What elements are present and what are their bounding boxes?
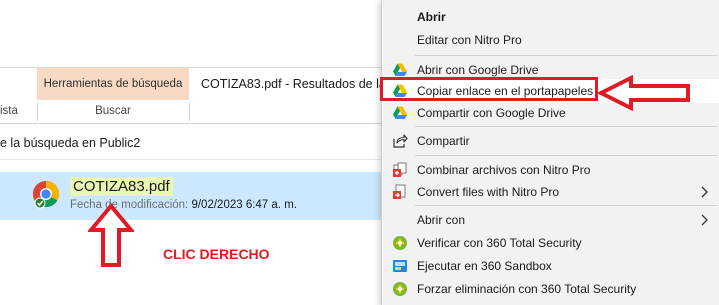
menu-item-label: Compartir con Google Drive [417,106,566,120]
ribbon-group-vista[interactable]: ista [0,105,18,117]
menu-item-label: Compartir [417,134,470,148]
search-tools-tab[interactable]: Herramientas de búsqueda [37,68,189,100]
menu-separator [415,155,717,156]
file-name[interactable]: COTIZA83.pdf [70,177,173,196]
menu-item-abrir-con[interactable]: Abrir con [382,208,719,232]
nitro-icon [393,162,407,177]
chevron-right-icon [701,186,708,198]
menu-item-verificar-360[interactable]: Verificar con 360 Total Security [382,231,719,255]
context-menu: Abrir Editar con Nitro Pro Abrir con Goo… [381,0,719,305]
360-icon [393,282,407,296]
menu-separator [415,55,717,56]
menu-separator [415,205,717,206]
menu-item-label: Abrir con [417,213,466,227]
share-icon [393,134,408,148]
menu-item-forzar-eliminacion-360[interactable]: Forzar eliminación con 360 Total Securit… [382,277,719,301]
google-drive-icon [393,106,407,119]
google-drive-icon [393,63,407,76]
highlight-box [380,77,598,101]
menu-item-label: Editar con Nitro Pro [417,33,522,47]
360-sandbox-icon [393,260,407,272]
nitro-icon [393,184,406,199]
menu-item-sandbox-360[interactable]: Ejecutar en 360 Sandbox [382,254,719,278]
address-text: e la búsqueda en Public2 [0,136,141,150]
menu-item-label: Verificar con 360 Total Security [417,236,582,250]
menu-item-label: Convert files with Nitro Pro [417,185,560,199]
up-arrow-icon [88,203,134,267]
menu-item-abrir[interactable]: Abrir [382,5,719,29]
ribbon-group-buscar[interactable]: Buscar [37,105,189,117]
menu-item-label: Forzar eliminación con 360 Total Securit… [417,282,637,296]
menu-item-label: Ejecutar en 360 Sandbox [417,259,552,273]
chrome-pdf-file-icon [32,180,60,209]
window-title: COTIZA83.pdf - Resultados de la b [201,77,397,91]
menu-item-convert-nitro[interactable]: Convert files with Nitro Pro [382,180,719,204]
annotation-label: CLIC DERECHO [163,246,270,262]
ribbon-divider [189,103,190,121]
chevron-right-icon [701,214,708,226]
modified-date-value: 9/02/2023 6:47 a. m. [191,199,297,211]
menu-separator [415,126,717,127]
menu-item-label: Combinar archivos con Nitro Pro [417,163,591,177]
menu-item-compartir[interactable]: Compartir [382,129,719,153]
left-arrow-icon [597,75,690,111]
menu-item-label: Abrir con Google Drive [417,63,539,77]
menu-item-editar-nitro[interactable]: Editar con Nitro Pro [382,28,719,52]
360-icon [393,236,407,250]
menu-item-combinar-nitro[interactable]: Combinar archivos con Nitro Pro [382,158,719,182]
menu-item-label: Abrir [417,10,446,24]
